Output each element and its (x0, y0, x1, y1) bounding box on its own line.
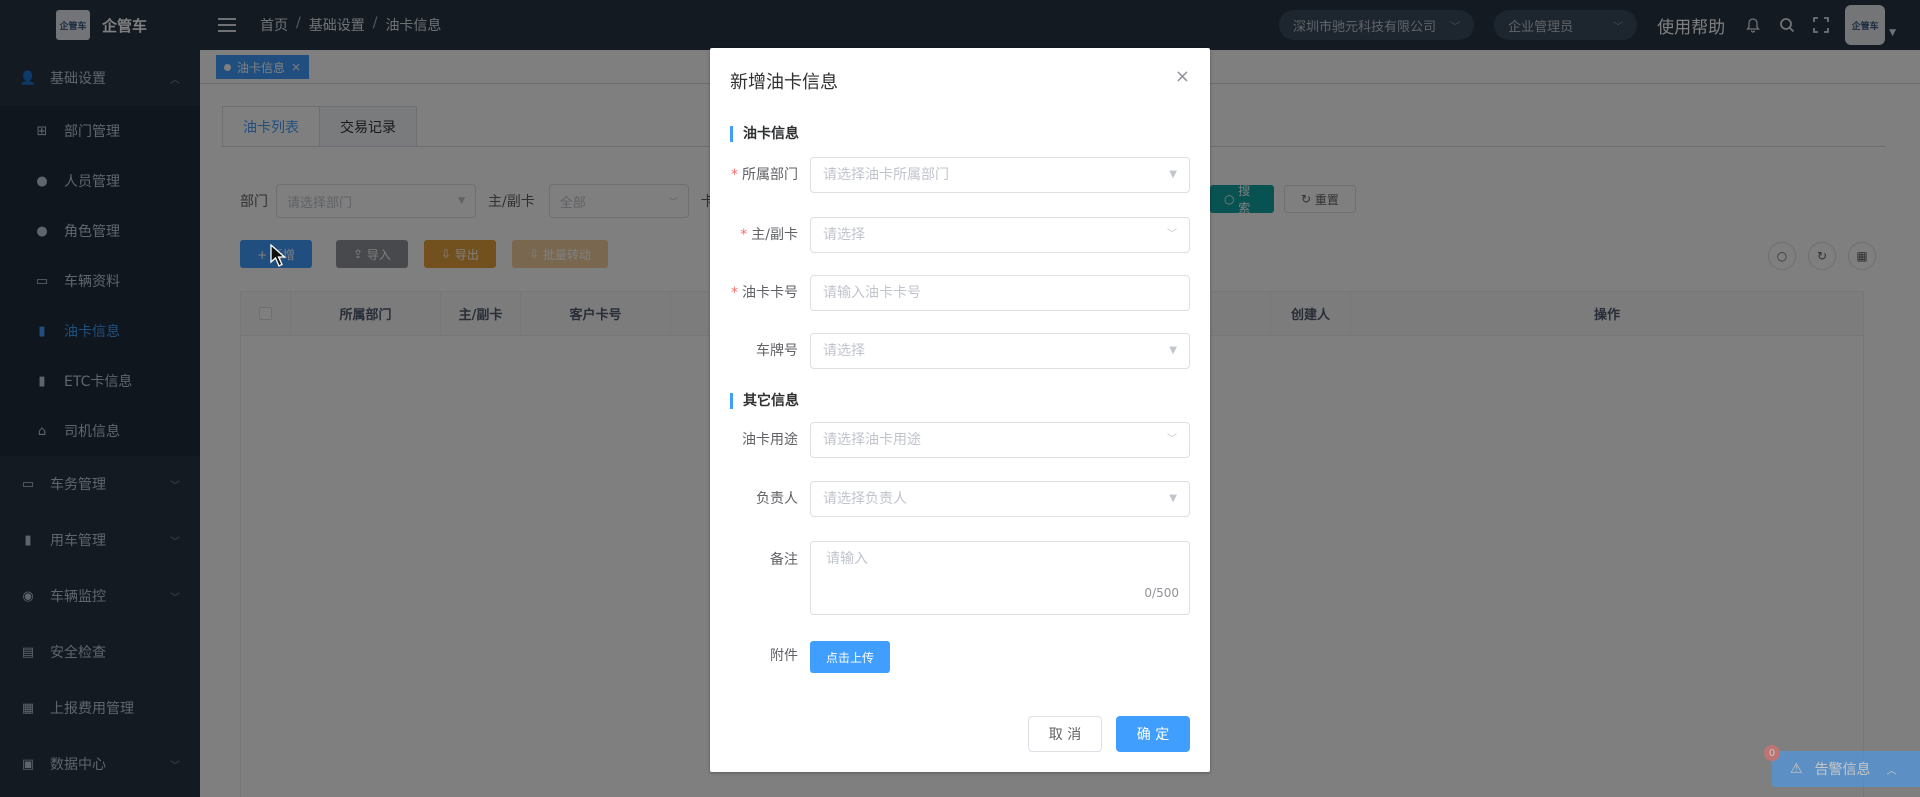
card-no-label-text: 油卡卡号 (742, 285, 798, 301)
caret-down-icon: ▼ (1169, 169, 1177, 180)
caret-down-icon: ▼ (1169, 345, 1177, 356)
usage-select-placeholder: 请选择油卡用途 (823, 432, 921, 448)
attachment-label: 附件 (770, 648, 798, 664)
type-label-text: 主/副卡 (751, 227, 798, 243)
add-fuel-card-dialog: 新增油卡信息 × 油卡信息 * 所属部门 请选择油卡所属部门 ▼ * 主/副卡 请选… (710, 48, 1210, 772)
card-no-placeholder: 请输入油卡卡号 (823, 285, 921, 301)
chevron-down-icon: ﹀ (1167, 229, 1177, 240)
caret-down-icon: ▼ (1169, 493, 1177, 504)
card-no-label: * 油卡卡号 (710, 275, 798, 311)
usage-label: 油卡用途 (742, 432, 798, 448)
remark-textarea[interactable]: 请输入 0/500 (810, 541, 1190, 615)
owner-label: 负责人 (756, 491, 798, 507)
dept-select-placeholder: 请选择油卡所属部门 (823, 167, 949, 183)
dialog-title: 新增油卡信息 (730, 72, 838, 93)
required-mark: * (731, 285, 738, 301)
section-card-info: 油卡信息 (730, 126, 799, 142)
remark-char-count: 0/500 (1144, 586, 1179, 600)
alarm-icon: ⚠ (1790, 761, 1803, 777)
dept-label: * 所属部门 (710, 157, 798, 193)
usage-select[interactable]: 请选择油卡用途 ﹀ (810, 422, 1190, 458)
cancel-button[interactable]: 取 消 (1028, 716, 1102, 752)
required-mark: * (731, 167, 738, 183)
type-label: * 主/副卡 (710, 217, 798, 253)
owner-select-placeholder: 请选择负责人 (823, 491, 907, 507)
remark-label: 备注 (770, 552, 798, 568)
alarm-count-badge: 0 (1764, 745, 1780, 761)
section-other-info: 其它信息 (730, 393, 799, 409)
card-no-input[interactable]: 请输入油卡卡号 (810, 275, 1190, 311)
chevron-up-icon: ︿ (1886, 765, 1897, 777)
remark-placeholder: 请输入 (826, 551, 868, 567)
chevron-down-icon: ﹀ (1167, 434, 1177, 445)
dept-select[interactable]: 请选择油卡所属部门 ▼ (810, 157, 1190, 193)
type-select[interactable]: 请选择 ﹀ (810, 217, 1190, 253)
upload-button[interactable]: 点击上传 (810, 641, 890, 673)
required-mark: * (740, 227, 748, 243)
close-icon[interactable]: × (1175, 66, 1190, 87)
type-select-placeholder: 请选择 (823, 227, 865, 243)
plate-label: 车牌号 (756, 343, 798, 359)
confirm-button[interactable]: 确 定 (1116, 716, 1190, 752)
plate-select[interactable]: 请选择 ▼ (810, 333, 1190, 369)
plate-select-placeholder: 请选择 (823, 343, 865, 359)
dept-label-text: 所属部门 (742, 167, 798, 183)
alarm-label: 告警信息 (1814, 762, 1871, 778)
owner-select[interactable]: 请选择负责人 ▼ (810, 481, 1190, 517)
alarm-widget[interactable]: 0 ⚠ 告警信息 ︿ (1764, 745, 1920, 787)
